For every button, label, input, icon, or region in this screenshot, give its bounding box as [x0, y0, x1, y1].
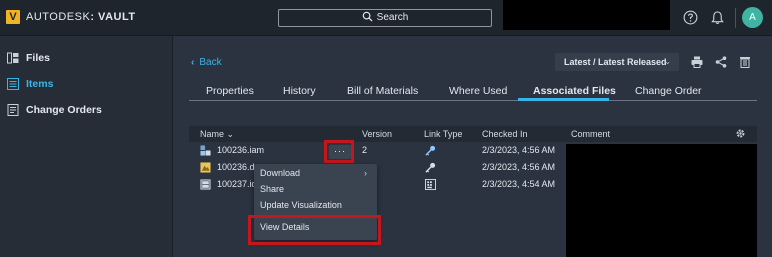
redacted-area: [503, 0, 670, 30]
sidebar-item-change-orders[interactable]: Change Orders: [0, 100, 172, 122]
files-icon: [7, 52, 19, 64]
search-icon: [362, 11, 373, 22]
user-avatar[interactable]: A: [742, 7, 763, 28]
column-header-name[interactable]: Name ⌄: [200, 129, 234, 140]
version-select[interactable]: Latest / Latest Released ⌄: [555, 53, 679, 71]
chevron-down-icon: ⌄: [664, 57, 671, 66]
grid-doc-icon: [425, 179, 436, 190]
notifications-bell-icon[interactable]: [710, 10, 725, 25]
brand-title: AUTODESK: VAULT: [26, 11, 136, 23]
change-orders-icon: [7, 104, 19, 116]
column-header-label: Name: [200, 129, 225, 139]
column-header-version[interactable]: Version: [362, 129, 392, 139]
tab-associated-files[interactable]: Associated Files: [533, 85, 616, 97]
share-icon[interactable]: [715, 56, 727, 68]
items-icon: [7, 78, 19, 90]
tab-change-order[interactable]: Change Order: [635, 85, 702, 97]
chevron-down-icon: ⌄: [226, 129, 235, 139]
highlight-box-view-details: [248, 215, 381, 245]
sidebar-item-label: Files: [26, 52, 50, 64]
sidebar-item-label: Change Orders: [26, 104, 102, 116]
vault-logo-icon[interactable]: V: [6, 10, 20, 24]
drawing-file-icon: [200, 179, 211, 190]
print-icon[interactable]: [691, 56, 703, 68]
top-bar: V AUTODESK: VAULT Search A: [0, 0, 772, 36]
sidebar-item-items[interactable]: Items: [0, 74, 172, 96]
menu-item-update-visualization[interactable]: Update Visualization: [260, 200, 342, 210]
tab-history[interactable]: History: [283, 85, 316, 97]
active-tab-indicator: [518, 98, 609, 101]
back-label: Back: [199, 57, 222, 68]
file-name[interactable]: 100236.dv: [217, 162, 259, 172]
tab-where-used[interactable]: Where Used: [449, 85, 507, 97]
brand-suffix: VAULT: [98, 11, 136, 23]
checked-in-date: 2/3/2023, 4:54 AM: [482, 179, 556, 189]
key-icon: [425, 145, 436, 156]
settings-gear-icon[interactable]: [735, 128, 746, 139]
column-header-checked-in[interactable]: Checked In: [482, 129, 528, 139]
tab-properties[interactable]: Properties: [206, 85, 254, 97]
highlight-box-more-actions: [324, 140, 354, 163]
redacted-comment-area: [566, 144, 757, 257]
sidebar-item-label: Items: [26, 78, 54, 90]
search-label: Search: [376, 12, 409, 23]
table-row[interactable]: 100236.iam 2 2/3/2023, 4:56 AM: [189, 143, 564, 159]
table-header: Name ⌄ Version Link Type Checked In Comm…: [189, 126, 757, 142]
help-icon[interactable]: [683, 10, 698, 25]
key-icon: [425, 162, 436, 173]
brand-prefix: AUTODESK: [26, 11, 91, 23]
search-button[interactable]: Search: [278, 9, 492, 27]
file-name[interactable]: 100236.iam: [217, 145, 264, 155]
assembly-file-icon: [200, 145, 211, 156]
checked-in-date: 2/3/2023, 4:56 AM: [482, 145, 556, 155]
sidebar-item-files[interactable]: Files: [0, 48, 172, 70]
back-link[interactable]: ‹ Back: [191, 57, 222, 68]
menu-item-share[interactable]: Share: [260, 184, 284, 194]
file-version: 2: [362, 145, 368, 155]
chevron-left-icon: ‹: [191, 57, 195, 68]
column-header-comment[interactable]: Comment: [571, 129, 610, 139]
tab-bill-of-materials[interactable]: Bill of Materials: [347, 85, 418, 97]
chevron-right-icon: ›: [364, 168, 367, 178]
visualization-file-icon: [200, 162, 211, 173]
top-divider: [735, 8, 736, 28]
version-select-value: Latest / Latest Released: [564, 57, 667, 67]
checked-in-date: 2/3/2023, 4:56 AM: [482, 162, 556, 172]
tab-bar: Properties History Bill of Materials Whe…: [189, 82, 757, 101]
column-header-link-type[interactable]: Link Type: [424, 129, 462, 139]
menu-item-download[interactable]: Download: [260, 168, 300, 178]
delete-trash-icon[interactable]: [739, 56, 751, 68]
sidebar: Files Items Change Orders: [0, 36, 173, 257]
